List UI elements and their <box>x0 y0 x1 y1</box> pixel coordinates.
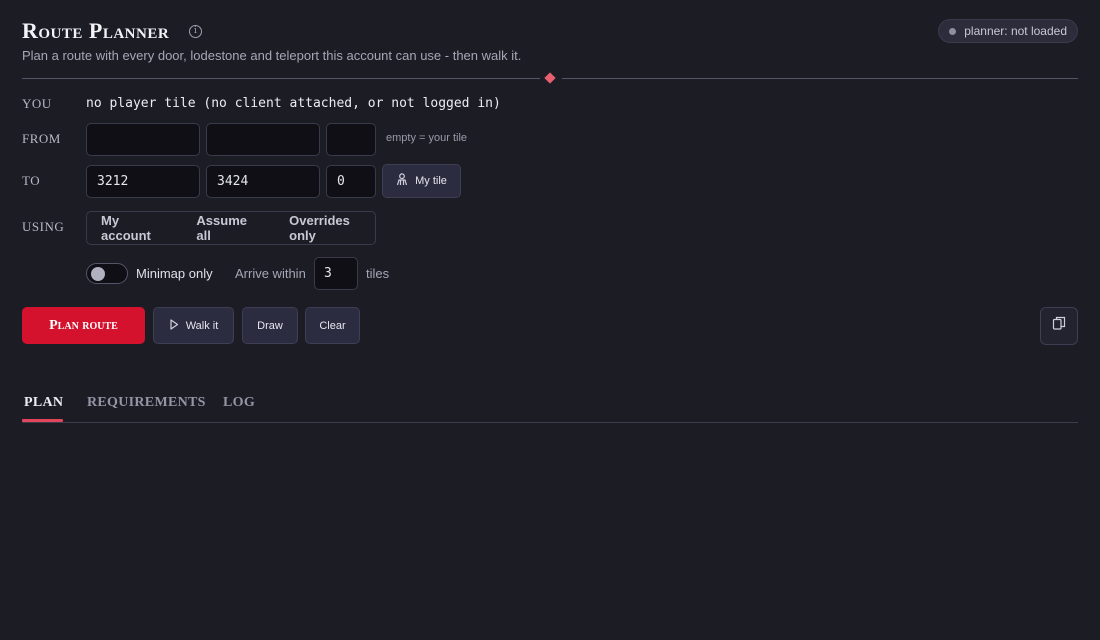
from-x-input[interactable] <box>86 123 200 156</box>
divider-diamond-icon <box>544 72 556 84</box>
arrive-within-label: Arrive within <box>235 266 306 281</box>
to-label: TO <box>22 173 41 188</box>
my-tile-label: My tile <box>415 175 447 187</box>
person-icon <box>396 173 408 189</box>
mode-overrides-only[interactable]: Overrides only <box>289 213 375 243</box>
tab-plan[interactable]: Plan <box>24 395 63 411</box>
mode-my-account[interactable]: My account <box>101 213 168 243</box>
play-icon <box>169 318 179 333</box>
from-label: FROM <box>22 131 61 146</box>
arrive-within-input[interactable] <box>314 257 358 290</box>
you-label: YOU <box>22 96 52 111</box>
using-label: USING <box>22 219 65 234</box>
divider-left <box>22 78 540 79</box>
mode-assume-all[interactable]: Assume all <box>196 213 261 243</box>
minimap-only-label: Minimap only <box>136 266 213 281</box>
account-mode-selector: My account Assume all Overrides only <box>86 211 376 245</box>
divider-right <box>562 78 1078 79</box>
plan-route-button[interactable]: Plan route <box>22 307 145 344</box>
player-tile-value: no player tile (no client attached, or n… <box>86 96 501 111</box>
status-dot-icon <box>949 27 957 35</box>
draw-button[interactable]: Draw <box>242 307 298 344</box>
to-y-input[interactable] <box>206 165 320 198</box>
page-subtitle: Plan a route with every door, lodestone … <box>22 48 522 63</box>
tabs-divider <box>22 422 1078 423</box>
my-tile-button[interactable]: My tile <box>382 164 461 198</box>
from-hint: empty = your tile <box>386 132 468 144</box>
copy-button[interactable] <box>1040 307 1078 345</box>
clear-button[interactable]: Clear <box>305 307 360 344</box>
info-icon[interactable]: i <box>189 25 202 38</box>
tab-log[interactable]: Log <box>223 395 255 411</box>
walk-it-label: Walk it <box>185 319 219 332</box>
from-y-input[interactable] <box>206 123 320 156</box>
status-badge: planner: not loaded <box>938 19 1078 43</box>
toggle-knob <box>91 267 105 281</box>
to-plane-input[interactable] <box>326 165 376 198</box>
page-title: Route Planner <box>22 18 170 43</box>
tab-requirements[interactable]: Requirements <box>87 395 206 411</box>
to-x-input[interactable] <box>86 165 200 198</box>
copy-icon <box>1052 316 1066 336</box>
arrive-within-unit: tiles <box>366 266 390 281</box>
from-plane-input[interactable] <box>326 123 376 156</box>
walk-it-button[interactable]: Walk it <box>153 307 234 344</box>
minimap-only-toggle[interactable] <box>86 263 128 284</box>
status-text: planner: not loaded <box>964 24 1067 38</box>
